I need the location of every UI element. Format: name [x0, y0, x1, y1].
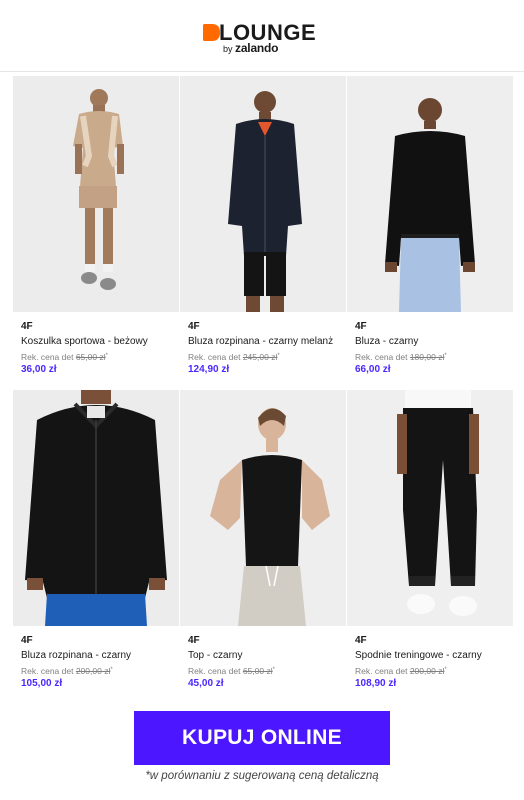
email-header: LOUNGE by zalando [0, 0, 524, 72]
product-image[interactable] [13, 76, 179, 312]
product-name[interactable]: Koszulka sportowa - beżowy [21, 336, 148, 348]
model-black-sweatshirt-image [347, 76, 513, 312]
black-joggers-image [347, 390, 513, 626]
product-name[interactable]: Top - czarny [188, 650, 242, 662]
recommended-price: Rek. cena det 65,00 zł* [188, 666, 275, 676]
product-brand: 4F [355, 635, 367, 646]
recommended-price: Rek. cena det 200,00 zł* [355, 666, 447, 676]
recommended-price: Rek. cena det 200,00 zł* [21, 666, 113, 676]
model-black-zip-hoodie-man-image [13, 390, 179, 626]
price-footnote: *w porównaniu z sugerowaną ceną detalicz… [145, 770, 379, 782]
product-name[interactable]: Bluza rozpinana - czarny [21, 650, 131, 662]
sale-price: 108,90 zł [355, 678, 397, 689]
shop-online-button[interactable]: KUPUJ ONLINE [134, 711, 390, 765]
recommended-price: Rek. cena det 245,00 zł* [188, 352, 280, 362]
product-brand: 4F [188, 321, 200, 332]
product-name[interactable]: Bluza rozpinana - czarny melanż [188, 336, 333, 348]
logo-subline: by zalando [223, 41, 279, 55]
product-name[interactable]: Bluza - czarny [355, 336, 418, 348]
model-beige-outfit-image [13, 76, 179, 312]
sale-price: 66,00 zł [355, 364, 391, 375]
sale-price: 105,00 zł [21, 678, 63, 689]
model-black-top-image [180, 390, 346, 626]
product-image[interactable] [180, 76, 346, 312]
logo-mark-icon [203, 24, 220, 41]
recommended-price: Rek. cena det 65,00 zł* [21, 352, 108, 362]
product-image[interactable] [13, 390, 179, 626]
lounge-logo[interactable]: LOUNGE by zalando [203, 20, 323, 58]
sale-price: 124,90 zł [188, 364, 230, 375]
sale-price: 36,00 zł [21, 364, 57, 375]
product-image[interactable] [347, 390, 513, 626]
product-image[interactable] [180, 390, 346, 626]
model-black-zip-hoodie-image [180, 76, 346, 312]
product-brand: 4F [188, 635, 200, 646]
product-brand: 4F [355, 321, 367, 332]
product-brand: 4F [21, 635, 33, 646]
product-brand: 4F [21, 321, 33, 332]
product-name[interactable]: Spodnie treningowe - czarny [355, 650, 482, 662]
product-image[interactable] [347, 76, 513, 312]
sale-price: 45,00 zł [188, 678, 224, 689]
recommended-price: Rek. cena det 180,00 zł* [355, 352, 447, 362]
